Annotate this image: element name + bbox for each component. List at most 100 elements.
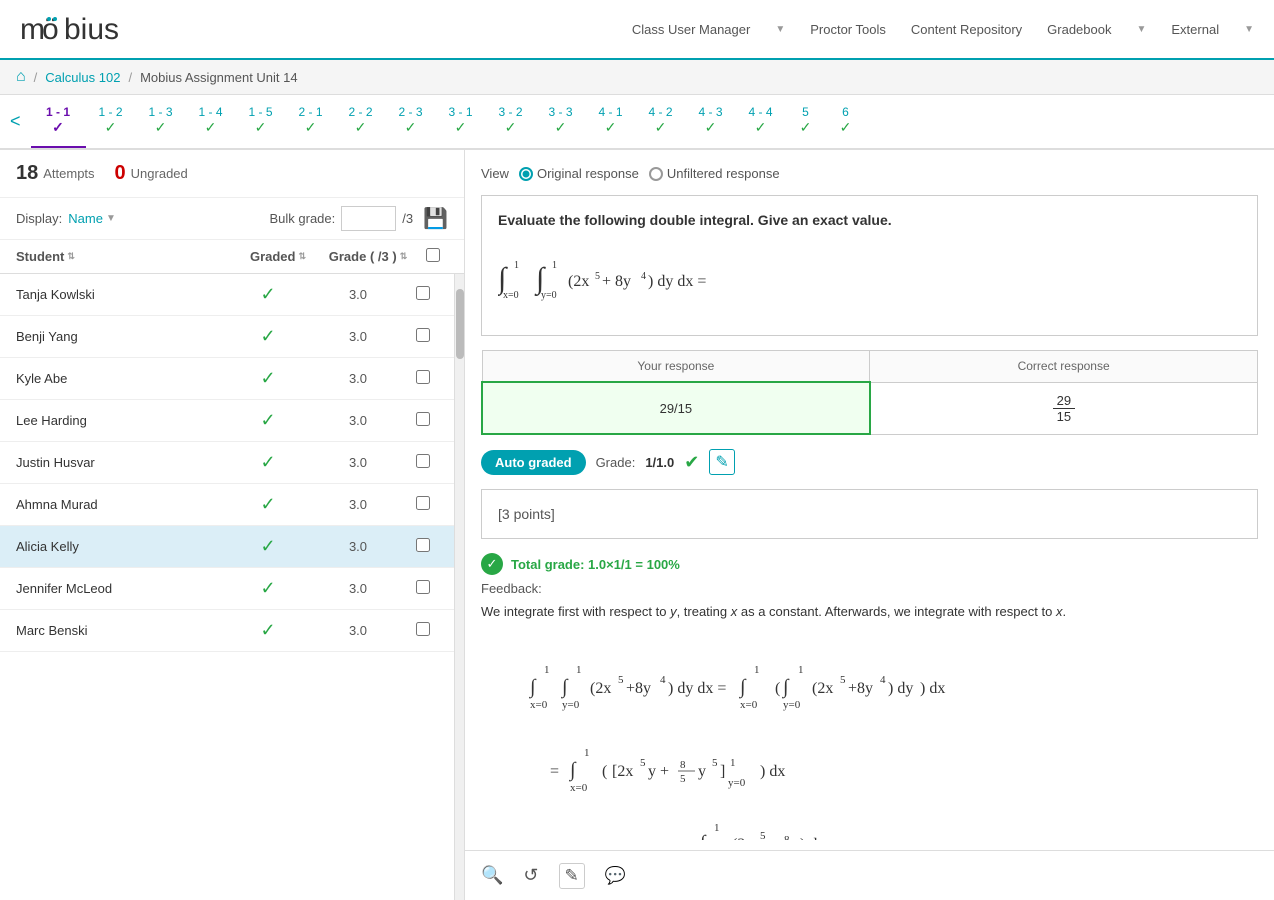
edit-tool-icon[interactable]: ✎ <box>559 863 585 889</box>
student-name[interactable]: Benji Yang <box>16 329 228 344</box>
tab-1-3[interactable]: 1 - 3 ✓ <box>136 95 186 149</box>
tab-4-3[interactable]: 4 - 3 ✓ <box>686 95 736 149</box>
bulk-grade-input[interactable] <box>341 206 396 231</box>
grade-value: 1/1.0 <box>645 455 674 470</box>
ungraded-label: Ungraded <box>131 166 188 181</box>
svg-text:8: 8 <box>680 759 686 771</box>
tab-2-3[interactable]: 2 - 3 ✓ <box>386 95 436 149</box>
student-grade-value: 3.0 <box>308 581 408 596</box>
tab-5[interactable]: 5 ✓ <box>786 95 826 149</box>
student-select-checkbox[interactable] <box>416 286 430 300</box>
student-name[interactable]: Tanja Kowlski <box>16 287 228 302</box>
student-name[interactable]: Ahmna Murad <box>16 497 228 512</box>
main-nav: Class User Manager ▼ Proctor Tools Conte… <box>632 22 1254 37</box>
tab-check-1-1: ✓ <box>52 119 64 136</box>
tab-4-1[interactable]: 4 - 1 ✓ <box>586 95 636 149</box>
student-name[interactable]: Marc Benski <box>16 623 228 638</box>
student-row: Tanja Kowlski ✓ 3.0 <box>0 274 454 316</box>
search-tool-icon[interactable]: 🔍 <box>481 865 503 886</box>
display-select[interactable]: Name ▼ <box>68 211 116 226</box>
svg-text:(2x: (2x <box>732 836 753 840</box>
bulk-label: Bulk grade: <box>269 211 335 226</box>
grade-edit-icon[interactable]: ✎ <box>709 449 734 475</box>
student-grade-value: 3.0 <box>308 623 408 638</box>
original-response-radio[interactable] <box>519 167 533 181</box>
student-name[interactable]: Jennifer McLeod <box>16 581 228 596</box>
tab-1-2[interactable]: 1 - 2 ✓ <box>86 95 136 149</box>
tab-1-5[interactable]: 1 - 5 ✓ <box>236 95 286 149</box>
student-graded-check: ✓ <box>228 284 308 305</box>
comment-tool-icon[interactable]: 💬 <box>605 866 626 886</box>
correct-response-cell: 29 15 <box>870 382 1258 434</box>
col-header-student[interactable]: Student ⇅ <box>16 249 238 264</box>
student-name[interactable]: Alicia Kelly <box>16 539 228 554</box>
select-all-checkbox[interactable] <box>426 248 440 262</box>
controls-bar: Display: Name ▼ Bulk grade: /3 💾 <box>0 198 464 240</box>
svg-text:∫: ∫ <box>781 676 790 699</box>
student-name[interactable]: Kyle Abe <box>16 371 228 386</box>
svg-text:(2x: (2x <box>812 680 833 697</box>
logo[interactable]: m ö bius <box>20 7 160 52</box>
home-icon[interactable]: ⌂ <box>16 68 26 86</box>
student-select-checkbox[interactable] <box>416 412 430 426</box>
scrollbar-thumb[interactable] <box>456 289 464 359</box>
nav-proctor-tools[interactable]: Proctor Tools <box>810 22 886 37</box>
tab-3-1[interactable]: 3 - 1 ✓ <box>436 95 486 149</box>
svg-text:∫: ∫ <box>698 832 707 840</box>
nav-content-repository[interactable]: Content Repository <box>911 22 1022 37</box>
response-table: Your response Correct response 29/15 29 … <box>481 350 1258 435</box>
student-checkbox-cell <box>408 454 438 471</box>
student-name[interactable]: Justin Husvar <box>16 455 228 470</box>
feedback-label: Feedback: <box>481 581 1258 596</box>
student-select-checkbox[interactable] <box>416 580 430 594</box>
svg-text:∫: ∫ <box>568 759 577 782</box>
nav-external[interactable]: External <box>1171 22 1219 37</box>
tab-4-2[interactable]: 4 - 2 ✓ <box>636 95 686 149</box>
svg-text:y=0: y=0 <box>783 699 801 711</box>
unfiltered-response-radio-label[interactable]: Unfiltered response <box>649 166 780 181</box>
student-select-checkbox[interactable] <box>416 538 430 552</box>
tab-4-4[interactable]: 4 - 4 ✓ <box>736 95 786 149</box>
save-bulk-icon[interactable]: 💾 <box>423 206 448 231</box>
svg-text:]: ] <box>720 763 725 780</box>
header: m ö bius Class User Manager ▼ Proctor To… <box>0 0 1274 60</box>
stats-bar: 18 Attempts 0 Ungraded <box>0 150 464 198</box>
original-response-radio-label[interactable]: Original response <box>519 166 639 181</box>
student-select-checkbox[interactable] <box>416 454 430 468</box>
tab-2-1[interactable]: 2 - 1 ✓ <box>286 95 336 149</box>
student-name[interactable]: Lee Harding <box>16 413 228 428</box>
breadcrumb-calculus[interactable]: Calculus 102 <box>45 70 120 85</box>
svg-text:x=0: x=0 <box>570 782 588 794</box>
scrollbar-track[interactable] <box>454 274 464 900</box>
student-select-checkbox[interactable] <box>416 622 430 636</box>
bottom-toolbar: 🔍 ↺ ✎ 💬 <box>465 850 1274 900</box>
col-header-graded[interactable]: Graded ⇅ <box>238 249 318 264</box>
tab-check-1-2: ✓ <box>105 119 117 136</box>
student-grade-value: 3.0 <box>308 497 408 512</box>
student-select-checkbox[interactable] <box>416 328 430 342</box>
student-row: Benji Yang ✓ 3.0 <box>0 316 454 358</box>
student-select-checkbox[interactable] <box>416 496 430 510</box>
tab-3-3[interactable]: 3 - 3 ✓ <box>536 95 586 149</box>
student-checkbox-cell <box>408 328 438 345</box>
tab-6[interactable]: 6 ✓ <box>826 95 866 149</box>
tab-1-1[interactable]: 1 - 1 ✓ <box>31 95 86 149</box>
svg-text:5: 5 <box>840 674 846 686</box>
nav-class-user-manager[interactable]: Class User Manager <box>632 22 751 37</box>
student-graded-check: ✓ <box>228 368 308 389</box>
reset-tool-icon[interactable]: ↺ <box>523 865 538 886</box>
unfiltered-response-radio[interactable] <box>649 167 663 181</box>
col-header-check[interactable] <box>418 248 448 265</box>
tab-check-4-4: ✓ <box>755 119 767 136</box>
tab-3-2[interactable]: 3 - 2 ✓ <box>486 95 536 149</box>
nav-gradebook[interactable]: Gradebook <box>1047 22 1111 37</box>
right-panel: View Original response Unfiltered respon… <box>465 150 1274 900</box>
student-select-checkbox[interactable] <box>416 370 430 384</box>
tab-2-2[interactable]: 2 - 2 ✓ <box>336 95 386 149</box>
col-header-grade[interactable]: Grade ( /3 ) ⇅ <box>318 249 418 264</box>
tab-prev-button[interactable]: < <box>0 111 31 132</box>
grade-bar: Auto graded Grade: 1/1.0 ✔ ✎ <box>481 449 1258 475</box>
svg-text:1: 1 <box>730 757 736 769</box>
svg-text:[2x: [2x <box>612 763 633 780</box>
tab-1-4[interactable]: 1 - 4 ✓ <box>186 95 236 149</box>
